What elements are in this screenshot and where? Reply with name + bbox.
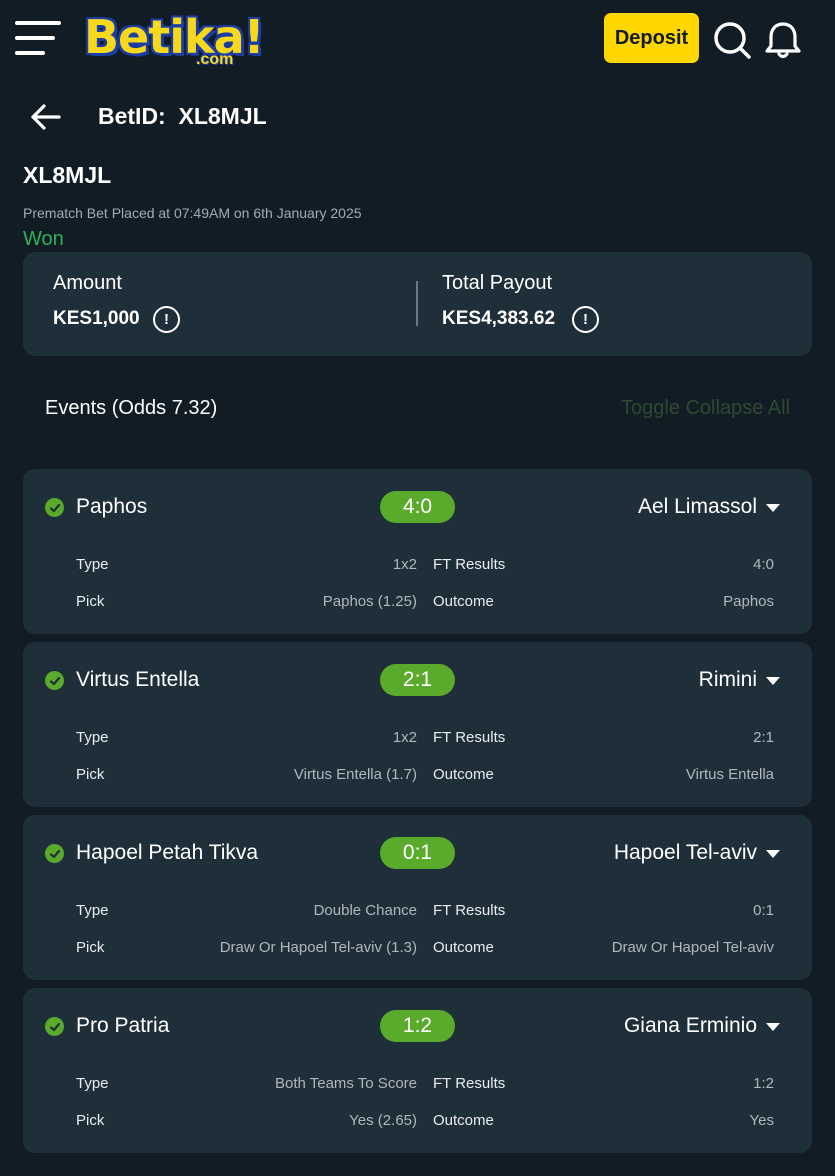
chevron-down-icon[interactable] [766,504,780,512]
event-card[interactable]: Pro Patria 1:2 Giana Erminio Type Both T… [23,988,812,1153]
away-team: Rimini [698,668,757,691]
chevron-down-icon[interactable] [766,677,780,685]
pick-value: Virtus Entella (1.7) [293,766,417,783]
home-team: Virtus Entella [76,668,200,691]
home-team: Hapoel Petah Tikva [76,841,259,864]
outcome-label: Outcome [433,1112,494,1129]
toggle-collapse-all-link[interactable]: Toggle Collapse All [621,397,790,420]
chevron-down-icon[interactable] [766,850,780,858]
pick-label: Pick [76,1112,105,1129]
ft-results-value: 0:1 [753,902,774,919]
outcome-value: Virtus Entella [685,766,774,783]
bet-summary-card: Amount KES1,000 ! Total Payout KES4,383.… [23,252,812,356]
menu-icon[interactable] [15,19,61,57]
ft-results-value: 1:2 [753,1075,774,1092]
type-label: Type [76,556,109,573]
type-label: Type [76,902,109,919]
pick-value: Draw Or Hapoel Tel-aviv (1.3) [219,939,417,956]
page-title: BetID: XL8MJL [98,103,267,129]
pick-label: Pick [76,766,105,783]
pick-label: Pick [76,593,105,610]
away-team: Hapoel Tel-aviv [613,841,757,864]
outcome-value: Paphos [723,593,774,610]
ft-results-label: FT Results [433,902,506,919]
ft-results-value: 4:0 [753,556,774,573]
score-badge: 0:1 [380,837,455,869]
check-icon [45,498,64,517]
event-card[interactable]: Hapoel Petah Tikva 0:1 Hapoel Tel-aviv T… [23,815,812,980]
pick-value: Yes (2.65) [349,1112,417,1129]
type-label: Type [76,729,109,746]
score-badge: 4:0 [380,491,455,523]
outcome-label: Outcome [433,939,494,956]
logo-suffix: .com [196,51,234,68]
bet-code: XL8MJL [23,162,112,188]
pick-value: Paphos (1.25) [322,593,417,610]
info-icon[interactable]: ! [572,306,599,333]
ft-results-label: FT Results [433,556,506,573]
type-value: 1x2 [392,556,417,573]
ft-results-label: FT Results [433,729,506,746]
deposit-button[interactable]: Deposit [604,13,699,63]
type-label: Type [76,1075,109,1092]
top-bar: Betika! .com Deposit [0,0,835,80]
check-icon [45,1017,64,1036]
event-card[interactable]: Paphos 4:0 Ael Limassol Type 1x2 FT Resu… [23,469,812,634]
check-icon [45,844,64,863]
away-team: Giana Erminio [623,1014,757,1037]
ft-results-label: FT Results [433,1075,506,1092]
event-card[interactable]: Virtus Entella 2:1 Rimini Type 1x2 FT Re… [23,642,812,807]
home-team: Paphos [76,495,148,518]
outcome-value: Draw Or Hapoel Tel-aviv [611,939,774,956]
info-icon[interactable]: ! [153,306,180,333]
type-value: Double Chance [313,902,417,919]
bell-icon[interactable] [764,20,802,60]
type-value: 1x2 [392,729,417,746]
payout-label: Total Payout [442,272,553,294]
search-icon[interactable] [712,20,752,60]
summary-divider [416,281,418,326]
logo-text: Betika! [84,10,265,64]
bet-placed-info: Prematch Bet Placed at 07:49AM on 6th Ja… [23,205,362,221]
score-badge: 2:1 [380,664,455,696]
back-arrow-icon[interactable] [30,101,62,133]
outcome-value: Yes [749,1112,774,1129]
amount-value: KES1,000 [53,308,140,329]
chevron-down-icon[interactable] [766,1023,780,1031]
home-team: Pro Patria [76,1014,170,1037]
outcome-label: Outcome [433,593,494,610]
away-team: Ael Limassol [637,495,757,518]
ft-results-value: 2:1 [753,729,774,746]
bet-status: Won [23,228,64,250]
payout-value: KES4,383.62 [442,308,556,329]
type-value: Both Teams To Score [274,1075,417,1092]
pick-label: Pick [76,939,105,956]
events-heading: Events (Odds 7.32) [45,397,218,419]
betika-logo[interactable]: Betika! .com [84,6,265,72]
outcome-label: Outcome [433,766,494,783]
check-icon [45,671,64,690]
amount-label: Amount [53,272,122,294]
score-badge: 1:2 [380,1010,455,1042]
